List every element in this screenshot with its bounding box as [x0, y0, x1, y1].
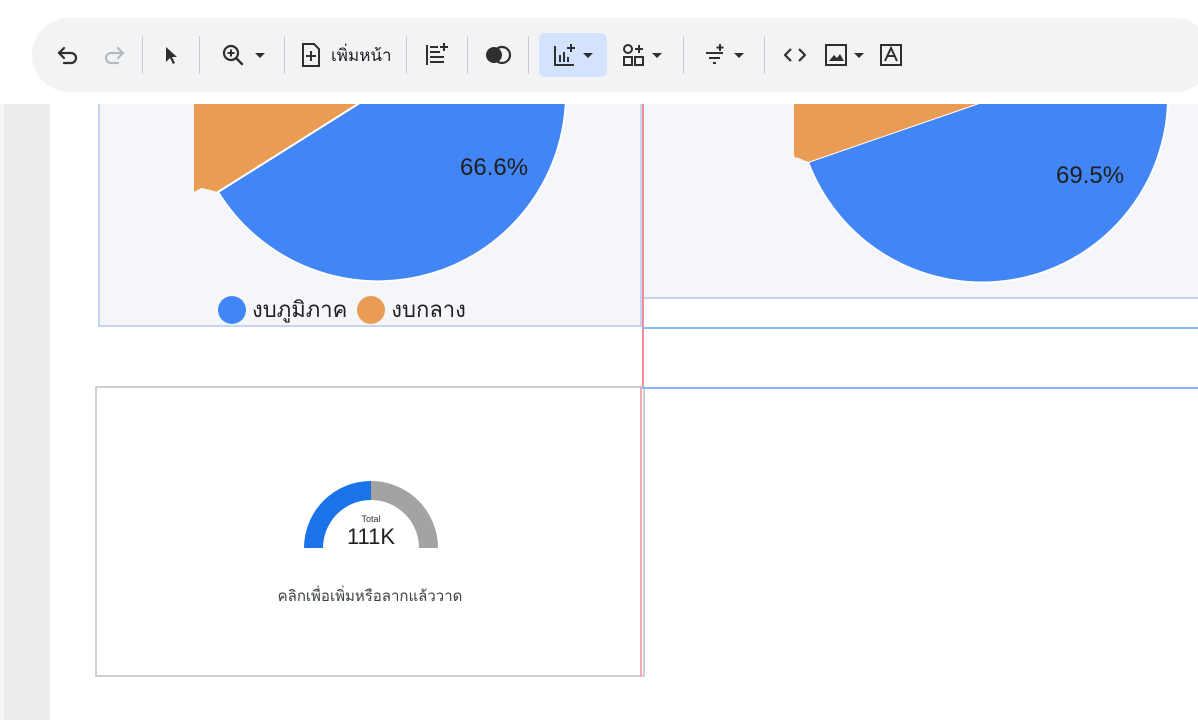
legend-dot-orange: [357, 295, 386, 324]
undo-button[interactable]: [50, 33, 86, 77]
image-icon: [825, 44, 848, 66]
redo-button[interactable]: [96, 33, 132, 77]
text-button[interactable]: [873, 33, 909, 77]
chevron-down-icon: [583, 52, 594, 58]
add-control-icon: [623, 44, 645, 66]
pie-left-legend: งบภูมิภาค งบกลาง: [218, 292, 476, 325]
legend-dot-blue: [218, 295, 246, 324]
pie-chart-right-graphic: [794, 96, 1170, 284]
alignment-guide-vertical: [642, 96, 644, 386]
toolbar-separator: [284, 36, 285, 74]
toolbar-separator: [142, 36, 143, 74]
add-page-icon: [302, 43, 320, 67]
legend-label-regional-budget: งบภูมิภาค: [252, 298, 348, 323]
zoom-in-icon: [222, 44, 243, 66]
chevron-down-icon: [652, 52, 663, 58]
pie-chart-right[interactable]: 69.5%: [642, 96, 1198, 299]
add-control-dropdown[interactable]: [611, 33, 673, 77]
toolbar-separator: [466, 36, 468, 74]
alignment-guide-horizontal-2: [642, 387, 1198, 389]
legend-item-regional-budget[interactable]: งบภูมิภาค: [218, 292, 348, 325]
editor-toolbar: เพิ่มหน้า: [32, 18, 1198, 92]
toolbar-separator: [199, 36, 200, 74]
toolbar-separator: [405, 36, 407, 74]
add-section-icon: [425, 43, 448, 65]
toolbar-separator: [527, 36, 529, 74]
alignment-guide-horizontal-1: [642, 327, 1198, 329]
redo-icon: [104, 46, 125, 65]
chevron-down-icon: [854, 52, 865, 58]
zoom-dropdown[interactable]: [210, 33, 274, 77]
gauge-total-label: Total: [361, 514, 381, 524]
chevron-down-icon: [254, 52, 265, 58]
toolbar-region: เพิ่มหน้า: [0, 0, 1198, 104]
gutter-edge: [0, 0, 4, 720]
pie-right-percent-label: 69.5%: [1056, 162, 1125, 189]
pie-left-percent-label: 66.6%: [460, 154, 529, 181]
add-section-button[interactable]: [417, 33, 457, 77]
toolbar-separator: [763, 36, 765, 74]
text-icon: [879, 44, 902, 66]
toolbar-separator: [682, 36, 684, 74]
gauge-total-value: 111K: [346, 524, 396, 549]
selection-edge: [640, 386, 642, 677]
cursor-icon: [166, 47, 177, 64]
code-icon: [783, 48, 806, 62]
add-filter-dropdown[interactable]: [694, 33, 754, 77]
blend-data-button[interactable]: [478, 33, 518, 77]
left-gutter: [0, 0, 50, 720]
add-page-label: เพิ่มหน้า: [331, 45, 392, 66]
undo-icon: [57, 46, 78, 65]
report-editor: 66.6% งบภูมิภาค งบกลาง 69.5% Total 111K …: [0, 0, 1198, 720]
select-button[interactable]: [153, 33, 189, 77]
chevron-down-icon: [734, 52, 745, 58]
gauge-placeholder-caption: คลิกเพื่อเพิ่มหรือลากแล้ววาด: [277, 587, 463, 605]
pie-chart-left[interactable]: 66.6% งบภูมิภาค งบกลาง: [98, 96, 642, 327]
add-page-button[interactable]: เพิ่มหน้า: [295, 33, 396, 77]
add-chart-dropdown[interactable]: [538, 33, 607, 77]
blend-icon: [485, 45, 511, 65]
embed-url-button[interactable]: [775, 33, 815, 77]
legend-label-central-budget: งบกลาง: [391, 298, 466, 323]
gauge-chart-card[interactable]: Total 111K คลิกเพื่อเพิ่มหรือลากแล้ววาด: [95, 386, 645, 677]
filter-icon: [706, 44, 724, 64]
add-chart-icon: [554, 44, 576, 66]
image-dropdown[interactable]: [815, 33, 873, 77]
legend-item-central-budget[interactable]: งบกลาง: [357, 292, 466, 325]
